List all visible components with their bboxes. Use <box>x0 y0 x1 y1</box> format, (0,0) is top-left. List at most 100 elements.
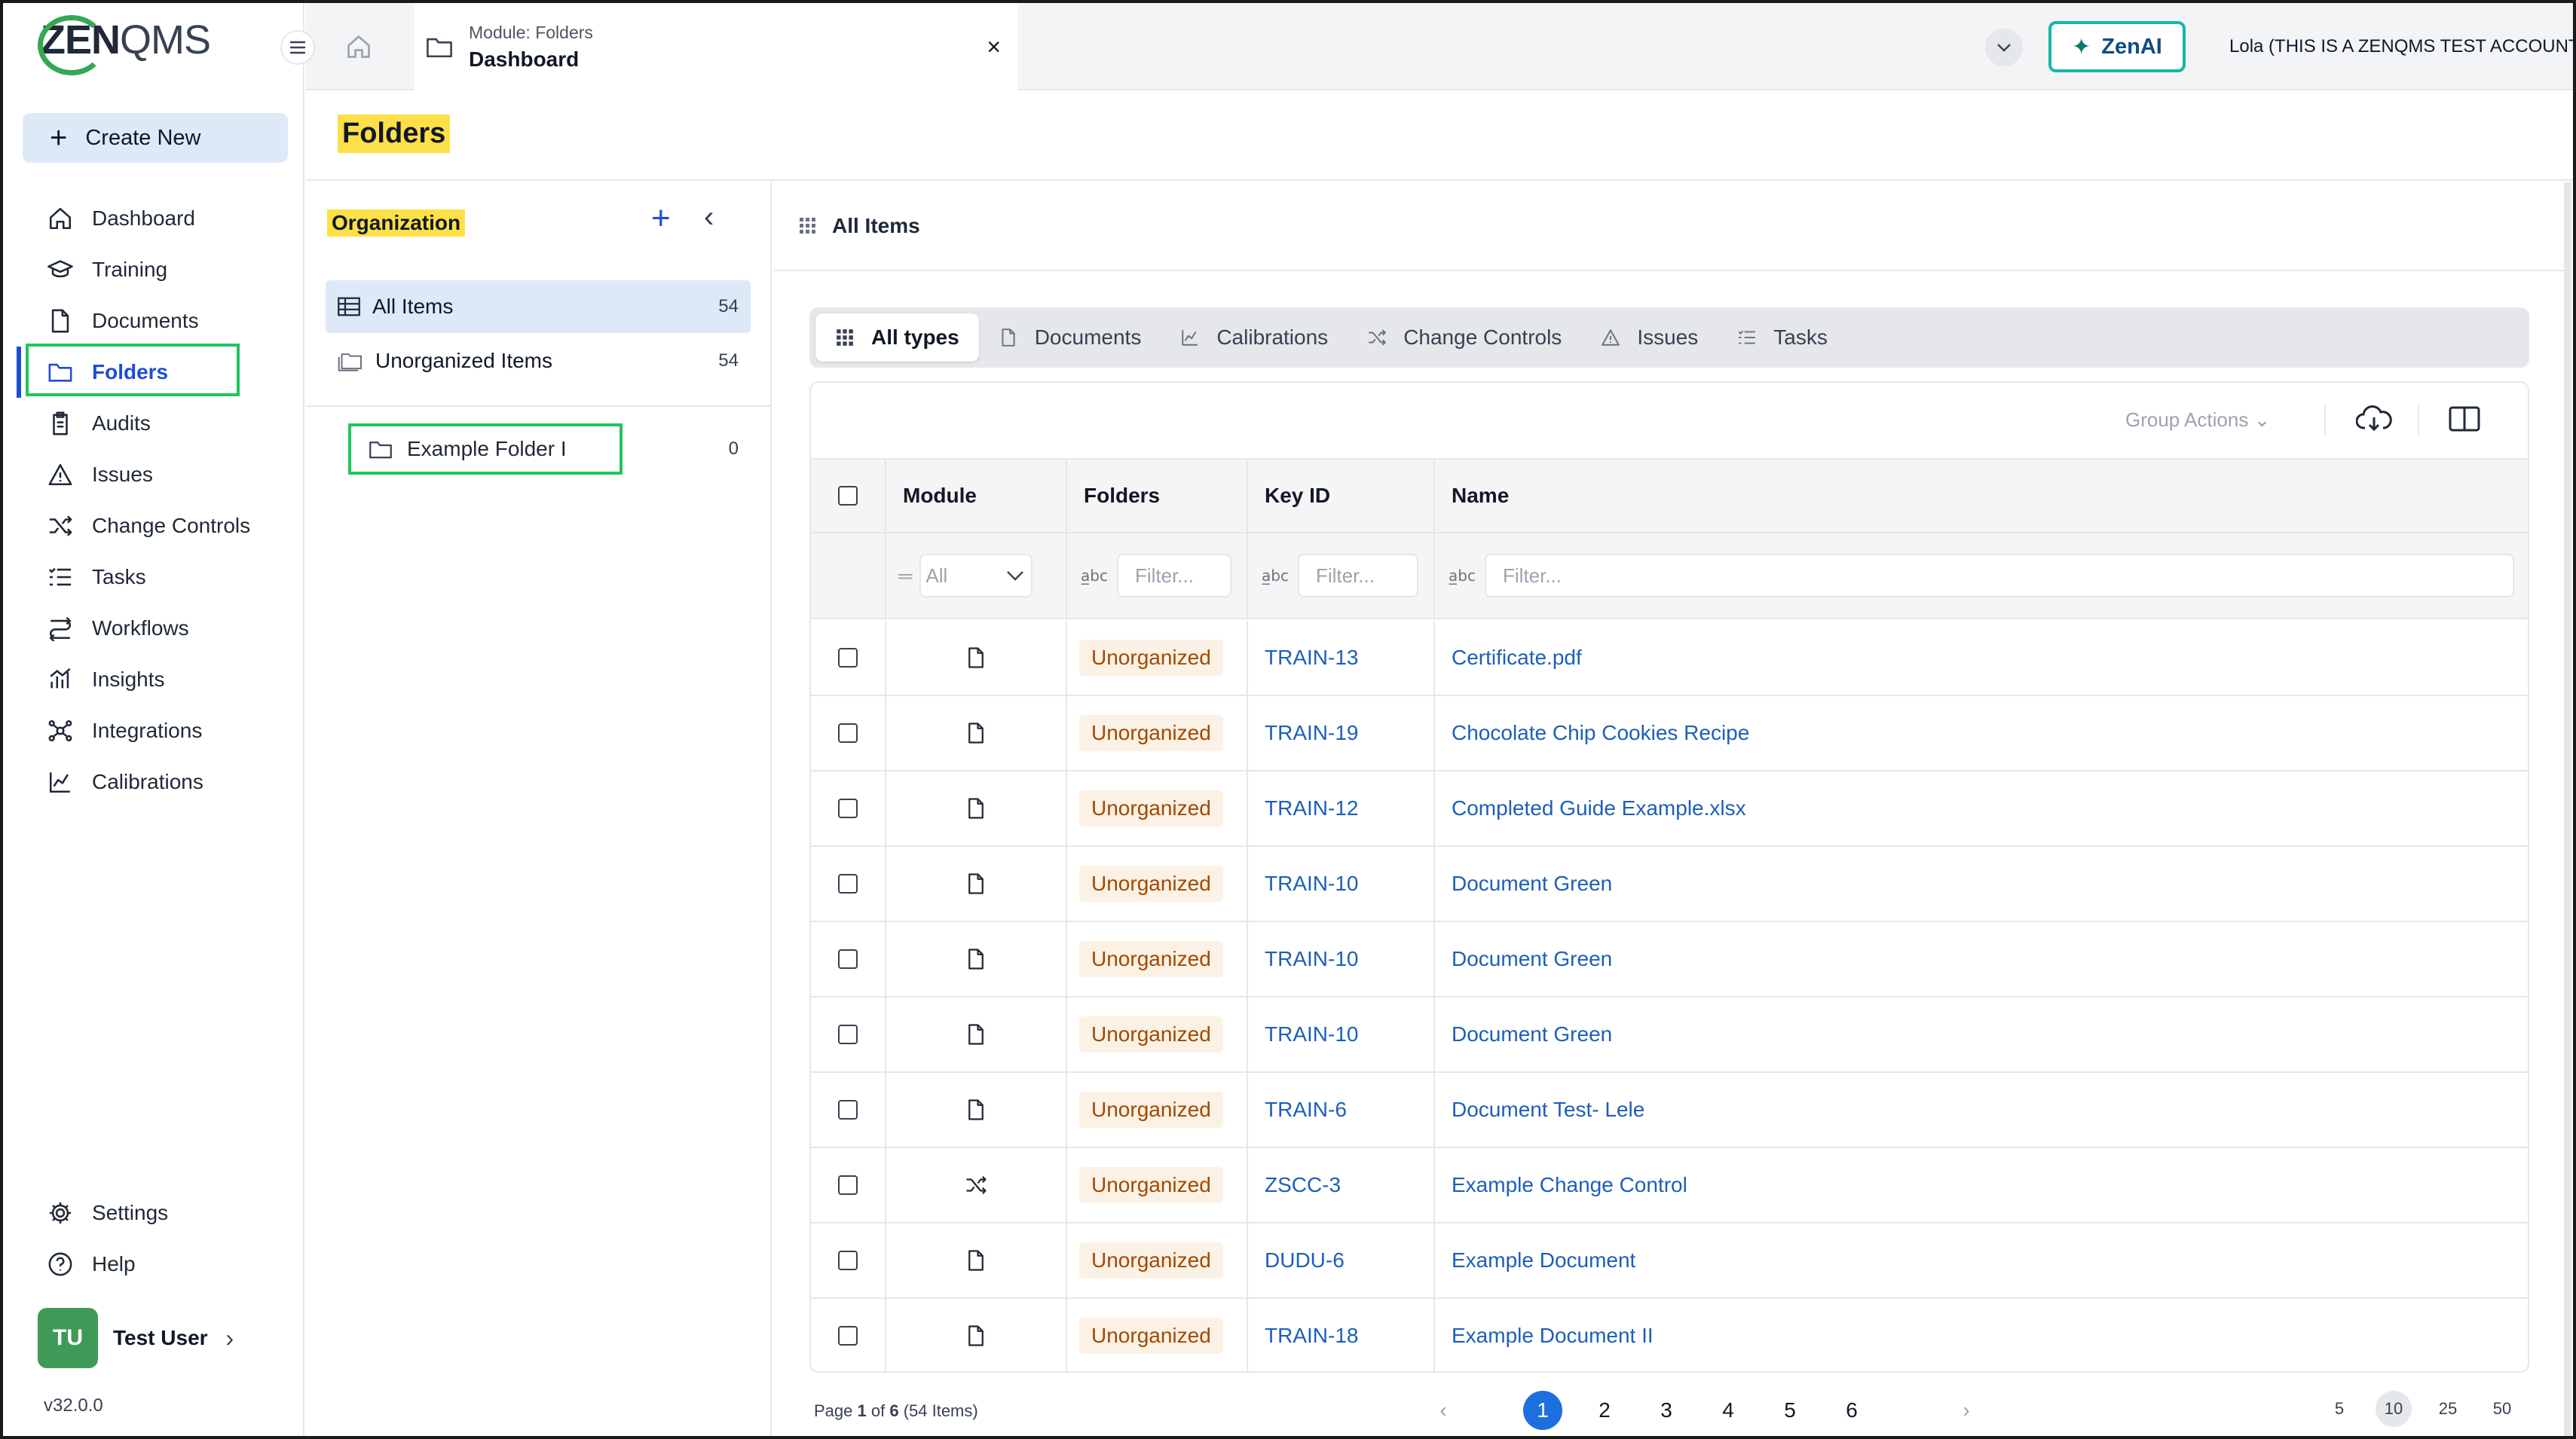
key-id-link[interactable]: TRAIN-19 <box>1248 721 1358 745</box>
tab-tasks[interactable]: Tasks <box>1718 313 1847 362</box>
page-button[interactable]: 1 <box>1523 1391 1562 1430</box>
key-id-link[interactable]: TRAIN-10 <box>1248 872 1358 896</box>
page-button[interactable]: 5 <box>1770 1391 1810 1430</box>
row-checkbox[interactable] <box>838 949 858 969</box>
sidebar-item-issues[interactable]: Issues <box>24 449 288 500</box>
page-size-option[interactable]: 25 <box>2430 1391 2466 1427</box>
item-name-link[interactable]: Example Document <box>1435 1248 1635 1272</box>
row-checkbox[interactable] <box>838 1175 858 1195</box>
key-id-link[interactable]: ZSCC-3 <box>1248 1173 1341 1197</box>
tab-issues[interactable]: Issues <box>1581 313 1718 362</box>
select-all-checkbox[interactable] <box>838 486 858 506</box>
item-name-link[interactable]: Document Green <box>1435 947 1612 971</box>
item-name-link[interactable]: Document Green <box>1435 872 1612 896</box>
org-item-all-items[interactable]: All Items 54 <box>326 280 751 333</box>
tabs-dropdown-button[interactable] <box>1985 29 2023 66</box>
row-checkbox[interactable] <box>838 723 858 743</box>
key-id-link[interactable]: DUDU-6 <box>1248 1248 1345 1272</box>
page-size-option[interactable]: 10 <box>2376 1391 2412 1427</box>
item-name-link[interactable]: Example Document II <box>1435 1324 1654 1348</box>
row-checkbox[interactable] <box>838 1326 858 1346</box>
close-icon[interactable]: × <box>987 33 1001 61</box>
column-header-folders[interactable]: Folders <box>1066 460 1247 532</box>
table-row[interactable]: Unorganized TRAIN-10 Document Green <box>811 922 2528 998</box>
item-name-link[interactable]: Certificate.pdf <box>1435 646 1582 670</box>
page-button[interactable]: 4 <box>1709 1391 1748 1430</box>
group-actions-dropdown[interactable]: Group Actions ⌄ <box>2125 408 2270 432</box>
sidebar-item-calibrations[interactable]: Calibrations <box>24 756 288 808</box>
sidebar-item-folders[interactable]: Folders <box>17 347 288 398</box>
table-row[interactable]: Unorganized TRAIN-10 Document Green <box>811 998 2528 1073</box>
sidebar-item-help[interactable]: Help <box>24 1239 288 1290</box>
item-name-link[interactable]: Completed Guide Example.xlsx <box>1435 796 1746 820</box>
user-menu[interactable]: TU Test User › <box>38 1308 234 1368</box>
org-item-unorganized[interactable]: Unorganized Items 54 <box>326 335 751 387</box>
name-filter-input[interactable]: Filter... <box>1484 554 2514 597</box>
module-filter-select[interactable]: All <box>919 554 1033 597</box>
table-row[interactable]: Unorganized TRAIN-12 Completed Guide Examp… <box>811 771 2528 847</box>
tab-documents[interactable]: Documents <box>979 313 1161 362</box>
row-checkbox[interactable] <box>838 1025 858 1044</box>
account-name[interactable]: Lola (THIS IS A ZENQMS TEST ACCOUNT) <box>2229 36 2576 57</box>
key-id-link[interactable]: TRAIN-18 <box>1248 1324 1358 1348</box>
sidebar-item-tasks[interactable]: Tasks <box>24 551 288 603</box>
table-row[interactable]: Unorganized TRAIN-18 Example Document II <box>811 1299 2528 1371</box>
sidebar-item-dashboard[interactable]: Dashboard <box>24 193 288 244</box>
table-row[interactable]: Unorganized TRAIN-13 Certificate.pdf <box>811 621 2528 696</box>
item-name-link[interactable]: Document Test- Lele <box>1435 1098 1644 1122</box>
row-checkbox[interactable] <box>838 799 858 818</box>
home-tab[interactable] <box>306 3 411 90</box>
page-size-option[interactable]: 5 <box>2321 1391 2357 1427</box>
sidebar-item-insights[interactable]: Insights <box>24 654 288 705</box>
sidebar-item-documents[interactable]: Documents <box>24 295 288 347</box>
sidebar-item-audits[interactable]: Audits <box>24 398 288 449</box>
key-id-link[interactable]: TRAIN-6 <box>1248 1098 1347 1122</box>
add-folder-icon[interactable]: + <box>651 202 671 235</box>
cloud-download-icon[interactable] <box>2356 404 2392 434</box>
columns-icon[interactable] <box>2448 404 2481 434</box>
sidebar-item-change-controls[interactable]: Change Controls <box>24 500 288 551</box>
sidebar-item-integrations[interactable]: Integrations <box>24 705 288 756</box>
page-size-option[interactable]: 50 <box>2484 1391 2520 1427</box>
item-name-link[interactable]: Example Change Control <box>1435 1173 1687 1197</box>
collapse-panel-icon[interactable]: ‹ <box>704 202 714 232</box>
table-row[interactable]: Unorganized DUDU-6 Example Document <box>811 1224 2528 1299</box>
sidebar-item-workflows[interactable]: Workflows <box>24 603 288 654</box>
folder-item-example-folder[interactable]: Example Folder I 0 <box>348 423 751 475</box>
table-row[interactable]: Unorganized TRAIN-10 Document Green <box>811 847 2528 922</box>
zenqms-logo[interactable]: ZEN QMS <box>38 15 211 75</box>
prev-page-icon[interactable]: ‹ <box>1424 1391 1463 1430</box>
row-checkbox[interactable] <box>838 1100 858 1120</box>
table-row[interactable]: Unorganized TRAIN-6 Document Test- Lele <box>811 1073 2528 1148</box>
zenai-button[interactable]: ✦ ZenAI <box>2048 21 2186 72</box>
folders-filter-input[interactable]: Filter... <box>1116 554 1231 597</box>
sidebar-item-training[interactable]: Training <box>24 244 288 295</box>
page-button[interactable]: 2 <box>1585 1391 1624 1430</box>
tab-all-types[interactable]: All types <box>815 313 979 362</box>
create-new-button[interactable]: + Create New <box>23 113 288 163</box>
page-button[interactable]: 3 <box>1647 1391 1686 1430</box>
key-filter-input[interactable]: Filter... <box>1297 554 1418 597</box>
item-name-link[interactable]: Chocolate Chip Cookies Recipe <box>1435 721 1749 745</box>
tab-change-controls[interactable]: Change Controls <box>1348 313 1581 362</box>
tab-calibrations[interactable]: Calibrations <box>1161 313 1348 362</box>
next-page-icon[interactable]: › <box>1947 1391 1986 1430</box>
column-header-module[interactable]: Module <box>885 460 1066 532</box>
sidebar-toggle-button[interactable] <box>280 30 315 65</box>
sidebar-item-settings[interactable]: Settings <box>24 1187 288 1239</box>
tab-module-folders[interactable]: Module: Folders Dashboard × <box>415 3 1017 90</box>
table-row[interactable]: Unorganized TRAIN-19 Chocolate Chip Cookie… <box>811 696 2528 771</box>
column-header-name[interactable]: Name <box>1433 460 2528 532</box>
key-id-link[interactable]: TRAIN-13 <box>1248 646 1358 670</box>
item-name-link[interactable]: Document Green <box>1435 1022 1612 1046</box>
scrollbar[interactable] <box>2564 182 2571 1436</box>
key-id-link[interactable]: TRAIN-12 <box>1248 796 1358 820</box>
key-id-link[interactable]: TRAIN-10 <box>1248 1022 1358 1046</box>
table-row[interactable]: Unorganized ZSCC-3 Example Change Control <box>811 1148 2528 1224</box>
row-checkbox[interactable] <box>838 1251 858 1270</box>
column-header-key-id[interactable]: Key ID <box>1247 460 1433 532</box>
row-checkbox[interactable] <box>838 874 858 894</box>
row-checkbox[interactable] <box>838 648 858 668</box>
key-id-link[interactable]: TRAIN-10 <box>1248 947 1358 971</box>
page-button[interactable]: 6 <box>1832 1391 1871 1430</box>
